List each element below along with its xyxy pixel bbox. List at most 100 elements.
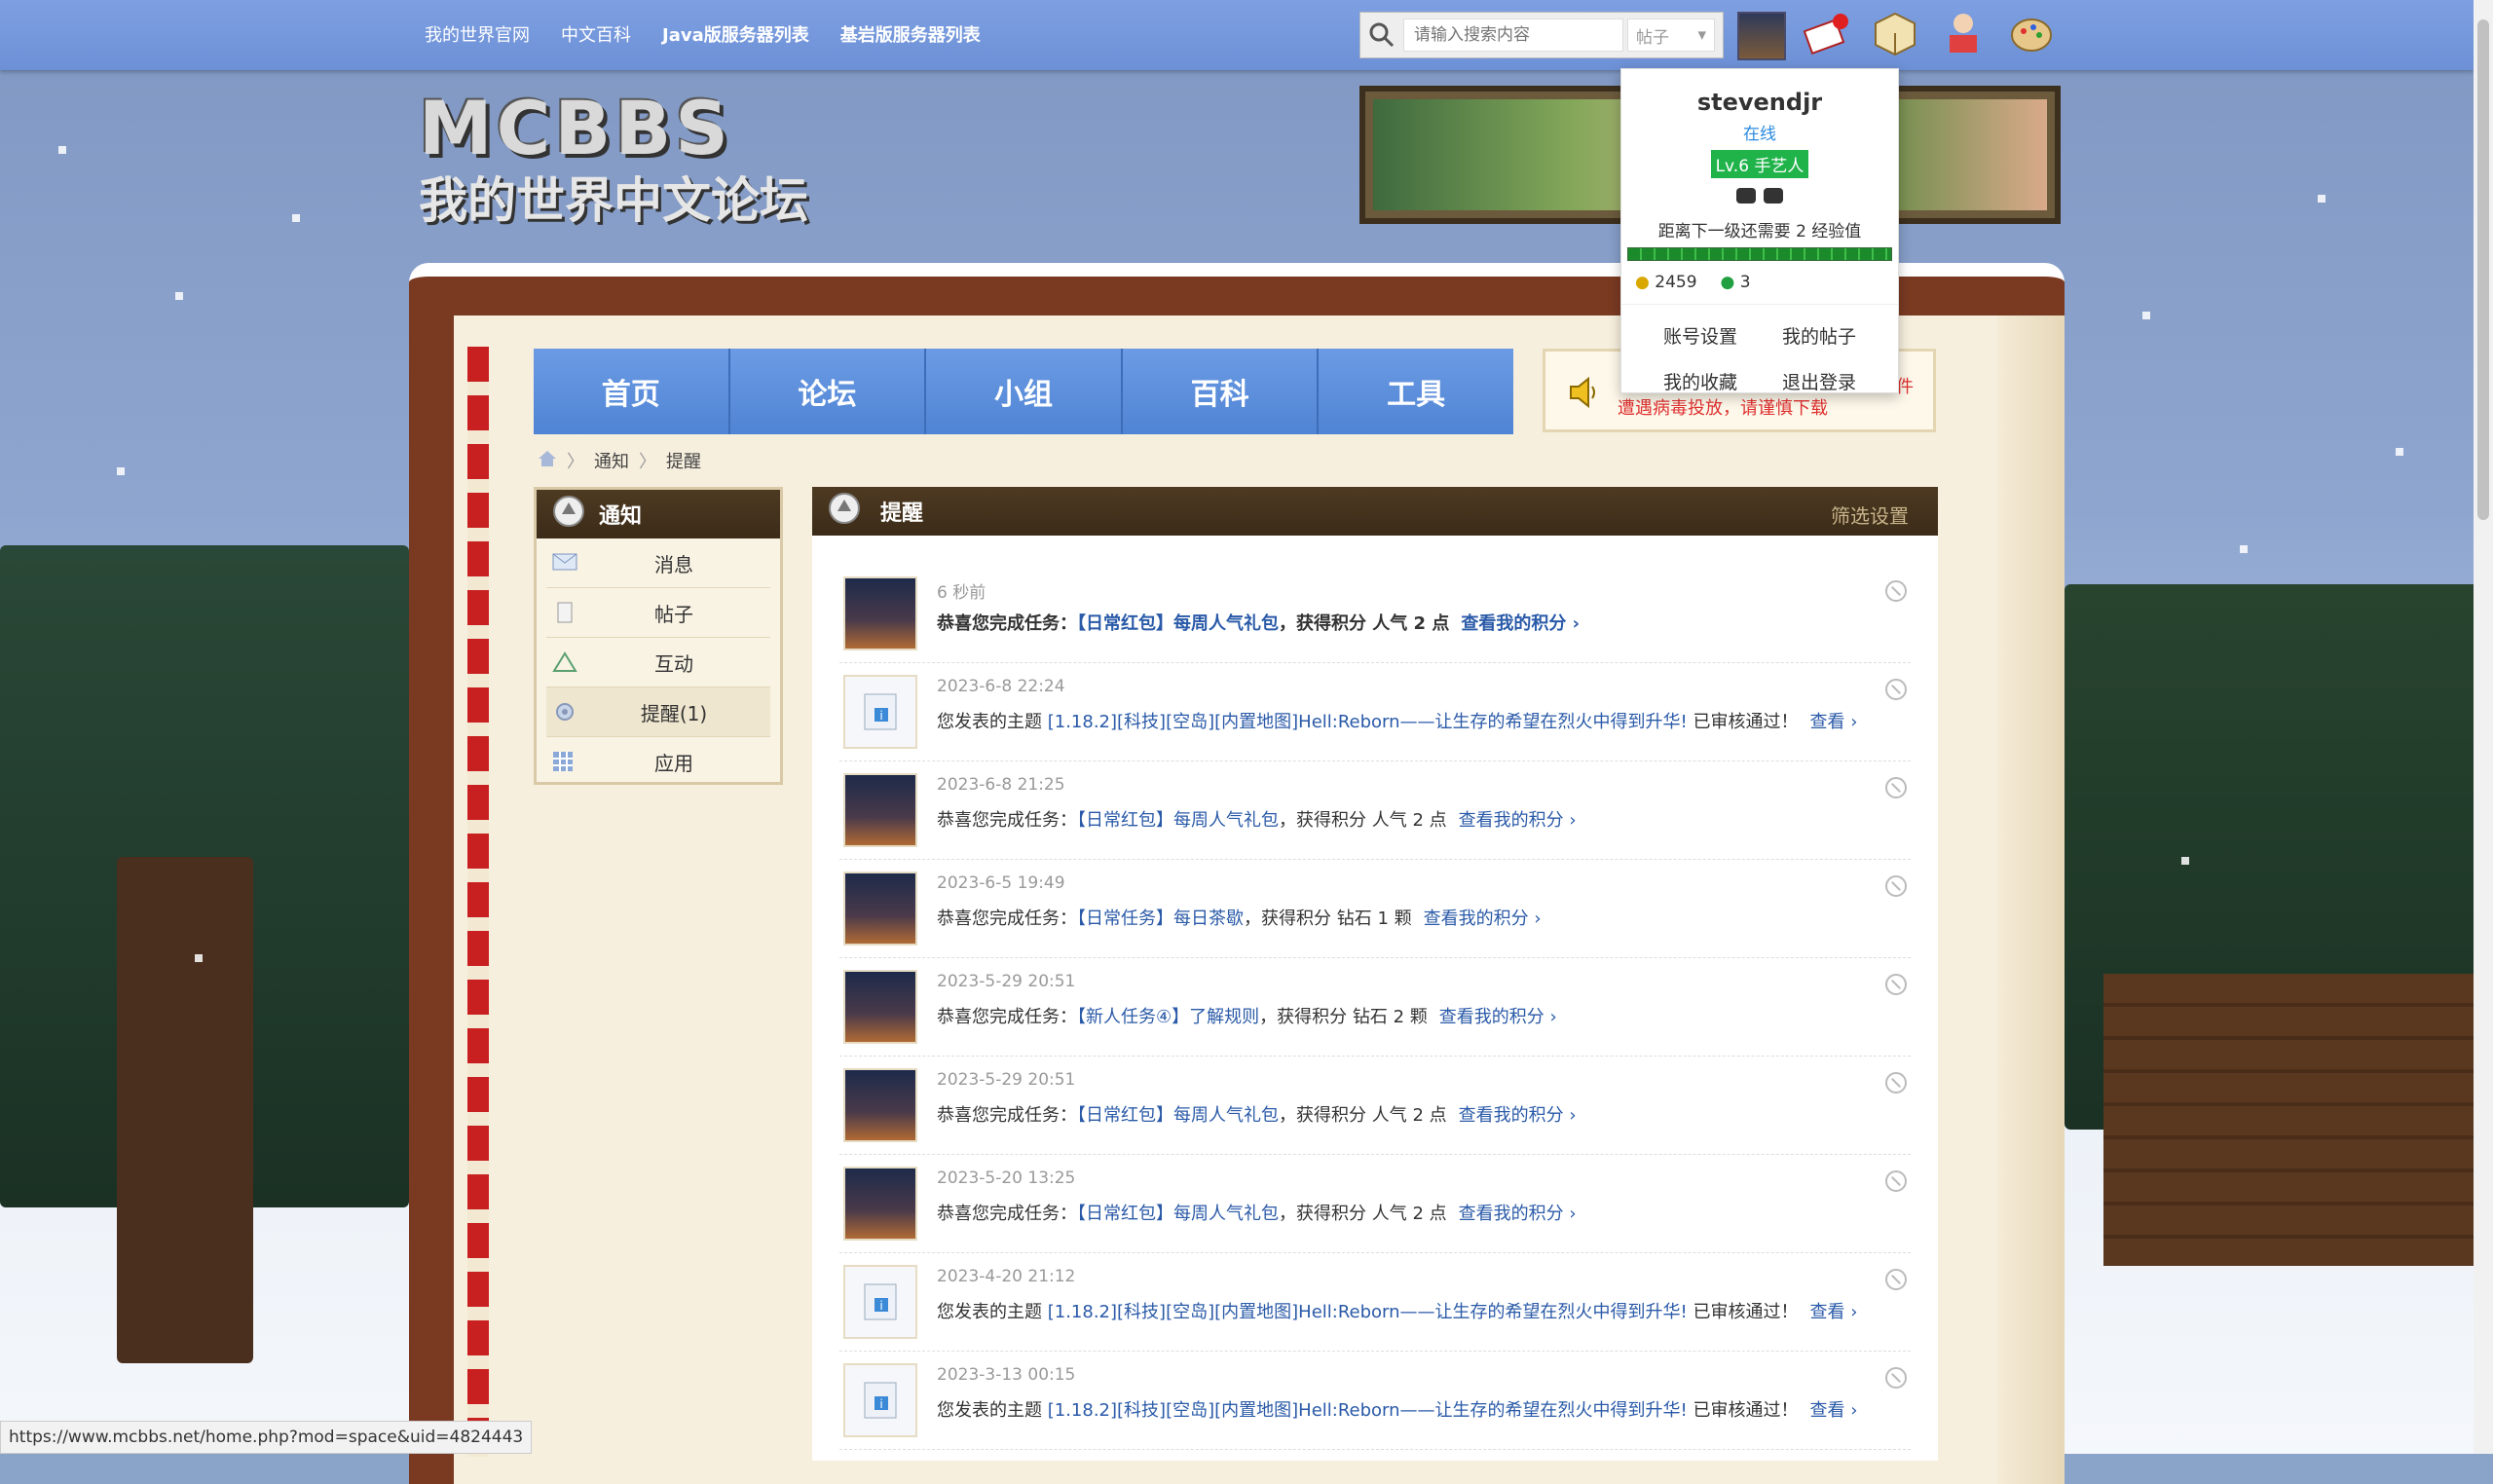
link-wiki[interactable]: 中文百科 (561, 21, 631, 47)
nav-group[interactable]: 小组 (926, 349, 1123, 434)
avatar[interactable] (843, 773, 917, 847)
item-suffix: ，获得积分 人气 2 点 (1279, 1105, 1447, 1126)
page-scrollbar[interactable] (2474, 0, 2493, 1454)
gold-nugget-icon: ● (1635, 273, 1650, 292)
scrollbar-thumb[interactable] (2477, 19, 2489, 520)
item-time: 2023-6-8 21:25 (937, 775, 1065, 795)
item-prefix: 恭喜您完成任务： (937, 1204, 1077, 1224)
item-view-link[interactable]: 查看我的积分 › (1459, 1105, 1577, 1126)
item-suffix: 已审核通过！ (1687, 1302, 1799, 1322)
filter-settings-link[interactable]: 筛选设置 (1831, 501, 1909, 529)
sidebar-item-apps[interactable]: 应用 (546, 737, 770, 786)
chest-icon[interactable] (1872, 10, 1918, 56)
breadcrumb: 〉 通知 〉 提醒 (538, 448, 701, 473)
link-official-site[interactable]: 我的世界官网 (425, 21, 530, 47)
sidebar-item-label: 应用 (654, 751, 693, 775)
list-item: 2023-5-20 13:25 恭喜您完成任务：【日常红包】每周人气礼包，获得积分… (839, 1155, 1911, 1253)
search-input[interactable] (1403, 19, 1623, 52)
nav-wiki[interactable]: 百科 (1122, 349, 1320, 434)
delete-icon[interactable] (1885, 1170, 1907, 1192)
item-message: 您发表的主题 [1.18.2][科技][空岛][内置地图]Hell:Reborn… (937, 1396, 1857, 1422)
item-view-link[interactable]: 查看我的积分 › (1424, 909, 1542, 929)
username[interactable]: stevendjr (1621, 89, 1898, 116)
delete-icon[interactable] (1885, 1072, 1907, 1094)
item-link[interactable]: 【日常红包】每周人气礼包 (1077, 1105, 1279, 1126)
palette-icon[interactable] (2008, 10, 2055, 56)
item-link[interactable]: 【日常红包】每周人气礼包 (1077, 1204, 1279, 1224)
delete-icon[interactable] (1885, 1269, 1907, 1290)
search-type-select[interactable]: 帖子 ▾ (1627, 19, 1715, 52)
avatar[interactable] (843, 1068, 917, 1142)
snowflake (175, 292, 183, 300)
item-link[interactable]: [1.18.2][科技][空岛][内置地图]Hell:Reborn——让生存的希… (1048, 712, 1688, 732)
item-view-link[interactable]: 查看 › (1810, 1400, 1858, 1421)
system-notice-icon[interactable]: i (843, 1265, 917, 1339)
item-view-link[interactable]: 查看我的积分 › (1439, 1007, 1557, 1027)
item-link[interactable]: 【日常任务】每日茶歇 (1077, 909, 1244, 929)
delete-icon[interactable] (1885, 974, 1907, 995)
snowflake (2181, 857, 2189, 865)
gold-stat: ● 2459 (1635, 273, 1697, 292)
system-notice-icon[interactable]: i (843, 675, 917, 749)
item-link[interactable]: [1.18.2][科技][空岛][内置地图]Hell:Reborn——让生存的希… (1048, 1400, 1688, 1421)
user-profile-icon[interactable] (1940, 10, 1987, 56)
delete-icon[interactable] (1885, 875, 1907, 897)
menu-account-settings[interactable]: 账号设置 (1641, 322, 1760, 349)
sidebar-item-posts[interactable]: 帖子 (546, 588, 770, 638)
delete-icon[interactable] (1885, 580, 1907, 602)
avatar[interactable] (1737, 12, 1786, 60)
item-view-link[interactable]: 查看我的积分 › (1461, 613, 1580, 634)
menu-logout[interactable]: 退出登录 (1760, 368, 1879, 394)
item-time: 6 秒前 (937, 583, 986, 603)
home-icon[interactable] (538, 450, 557, 472)
breadcrumb-notice[interactable]: 通知 (594, 448, 629, 473)
avatar[interactable] (843, 576, 917, 650)
item-link[interactable]: 【日常红包】每周人气礼包 (1077, 810, 1279, 831)
delete-icon[interactable] (1885, 1367, 1907, 1389)
item-link[interactable]: [1.18.2][科技][空岛][内置地图]Hell:Reborn——让生存的希… (1048, 1302, 1688, 1322)
site-logo[interactable]: MCBBS 我的世界中文论坛 (419, 85, 808, 230)
snowflake (2142, 312, 2150, 319)
item-message: 恭喜您完成任务：【新人任务④】了解规则，获得积分 钻石 2 颗查看我的积分 › (937, 1003, 1557, 1028)
wooden-cabin (2103, 974, 2474, 1266)
item-link[interactable]: 【新人任务④】了解规则 (1077, 1007, 1259, 1027)
item-view-link[interactable]: 查看我的积分 › (1459, 810, 1577, 831)
nav-home[interactable]: 首页 (534, 349, 730, 434)
panel-header: 提醒 筛选设置 (812, 487, 1938, 536)
menu-my-posts[interactable]: 我的帖子 (1760, 322, 1879, 349)
avatar[interactable] (843, 1167, 917, 1241)
sidebar-item-label: 消息 (654, 552, 693, 576)
list-item: 6 秒前 恭喜您完成任务：【日常红包】每周人气礼包，获得积分 人气 2 点查看我的… (839, 565, 1911, 663)
link-java-servers[interactable]: Java版服务器列表 (662, 21, 809, 47)
link-bedrock-servers[interactable]: 基岩版服务器列表 (840, 21, 981, 47)
top-bar: 我的世界官网 中文百科 Java版服务器列表 基岩版服务器列表 帖子 ▾ (0, 0, 2474, 70)
delete-icon[interactable] (1885, 679, 1907, 700)
sidebar-item-reminders[interactable]: 提醒(1) (546, 687, 770, 737)
sidebar-title: 通知 (599, 504, 643, 529)
item-link[interactable]: 【日常红包】每周人气礼包 (1077, 613, 1279, 634)
item-view-link[interactable]: 查看我的积分 › (1459, 1204, 1577, 1224)
item-prefix: 恭喜您完成任务： (937, 909, 1077, 929)
avatar[interactable] (843, 872, 917, 946)
item-suffix: ，获得积分 钻石 2 颗 (1259, 1007, 1428, 1027)
system-notice-icon[interactable]: i (843, 1363, 917, 1437)
item-view-link[interactable]: 查看 › (1810, 712, 1858, 732)
avatar[interactable] (843, 970, 917, 1044)
item-time: 2023-6-8 22:24 (937, 677, 1065, 696)
snowflake (195, 954, 203, 962)
logo-text-mcbbs: MCBBS (419, 85, 732, 171)
sidebar-item-messages[interactable]: 消息 (546, 538, 770, 588)
item-view-link[interactable]: 查看 › (1810, 1302, 1858, 1322)
nav-forum[interactable]: 论坛 (729, 349, 927, 434)
panel-title: 提醒 (880, 501, 924, 526)
search-icon[interactable] (1360, 14, 1403, 56)
item-prefix: 您发表的主题 (937, 712, 1048, 732)
mail-icon[interactable] (1803, 10, 1850, 56)
list-item: i 2023-3-13 00:15 您发表的主题 [1.18.2][科技][空岛][… (839, 1352, 1911, 1450)
svg-text:i: i (879, 1299, 882, 1313)
menu-my-favorites[interactable]: 我的收藏 (1641, 368, 1760, 394)
sidebar-item-interaction[interactable]: 互动 (546, 638, 770, 687)
nav-tools[interactable]: 工具 (1319, 349, 1513, 434)
delete-icon[interactable] (1885, 777, 1907, 798)
recycle-icon (552, 651, 577, 673)
